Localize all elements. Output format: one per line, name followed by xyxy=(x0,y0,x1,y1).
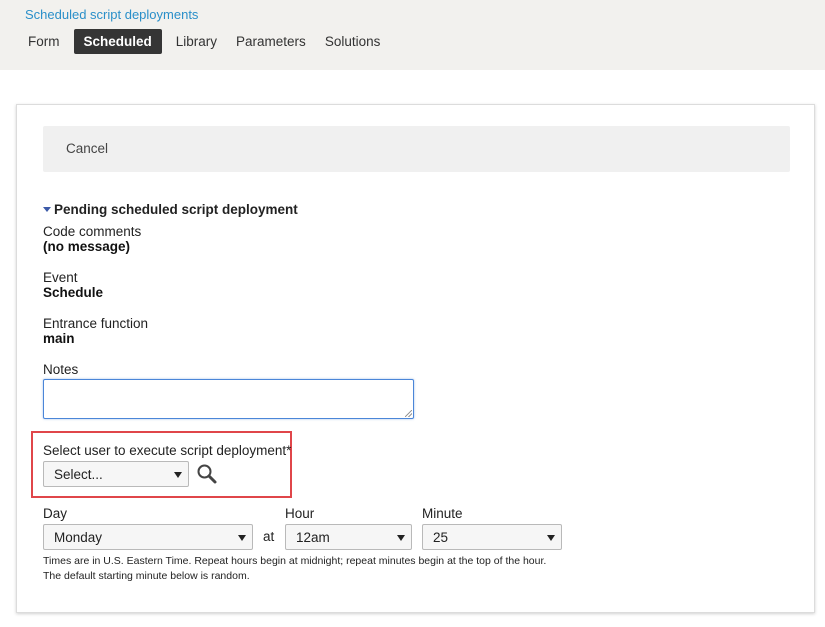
breadcrumb-link[interactable]: Scheduled script deployments xyxy=(25,7,198,22)
minute-dropdown[interactable]: 25 xyxy=(422,524,562,550)
day-label: Day xyxy=(43,506,68,521)
minute-value: 25 xyxy=(433,530,449,545)
user-select-label: Select user to execute script deployment… xyxy=(43,443,292,458)
day-value: Monday xyxy=(54,530,103,545)
at-label: at xyxy=(263,529,275,544)
hour-dropdown[interactable]: 12am xyxy=(285,524,412,550)
entrance-function-value: main xyxy=(43,331,75,346)
day-dropdown[interactable]: Monday xyxy=(43,524,253,550)
caret-down-icon xyxy=(43,207,51,212)
tab-library[interactable]: Library xyxy=(168,29,225,54)
dropdown-arrow-icon xyxy=(547,535,555,541)
minute-label: Minute xyxy=(422,506,463,521)
hour-value: 12am xyxy=(296,530,330,545)
code-comments-value: (no message) xyxy=(43,239,131,254)
tab-form[interactable]: Form xyxy=(20,29,68,54)
search-icon[interactable] xyxy=(196,463,218,485)
deployment-card: Cancel Pending scheduled script deployme… xyxy=(16,104,815,613)
code-comments-label: Code comments xyxy=(43,224,142,239)
random-minute-note: The default starting minute below is ran… xyxy=(43,570,250,582)
event-label: Event xyxy=(43,270,78,285)
hour-label: Hour xyxy=(285,506,315,521)
section-toggle[interactable]: Pending scheduled script deployment xyxy=(43,202,298,217)
dropdown-arrow-icon xyxy=(238,535,246,541)
tab-bar: Form Scheduled Library Parameters Soluti… xyxy=(20,29,391,54)
resize-handle-icon[interactable] xyxy=(405,410,412,417)
action-bar: Cancel xyxy=(43,126,790,172)
section-title: Pending scheduled script deployment xyxy=(54,202,298,217)
user-select-dropdown[interactable]: Select... xyxy=(43,461,189,487)
dropdown-arrow-icon xyxy=(397,535,405,541)
entrance-function-label: Entrance function xyxy=(43,316,149,331)
top-bar: Scheduled script deployments Form Schedu… xyxy=(0,0,825,70)
cancel-button[interactable]: Cancel xyxy=(66,141,108,156)
user-select-value: Select... xyxy=(54,467,103,482)
notes-textarea[interactable] xyxy=(43,379,414,419)
dropdown-arrow-icon xyxy=(174,472,182,478)
event-value: Schedule xyxy=(43,285,104,300)
tab-solutions[interactable]: Solutions xyxy=(317,29,389,54)
tab-scheduled[interactable]: Scheduled xyxy=(73,29,162,54)
timezone-note: Times are in U.S. Eastern Time. Repeat h… xyxy=(43,555,547,567)
tab-parameters[interactable]: Parameters xyxy=(228,29,314,54)
notes-label: Notes xyxy=(43,362,79,377)
